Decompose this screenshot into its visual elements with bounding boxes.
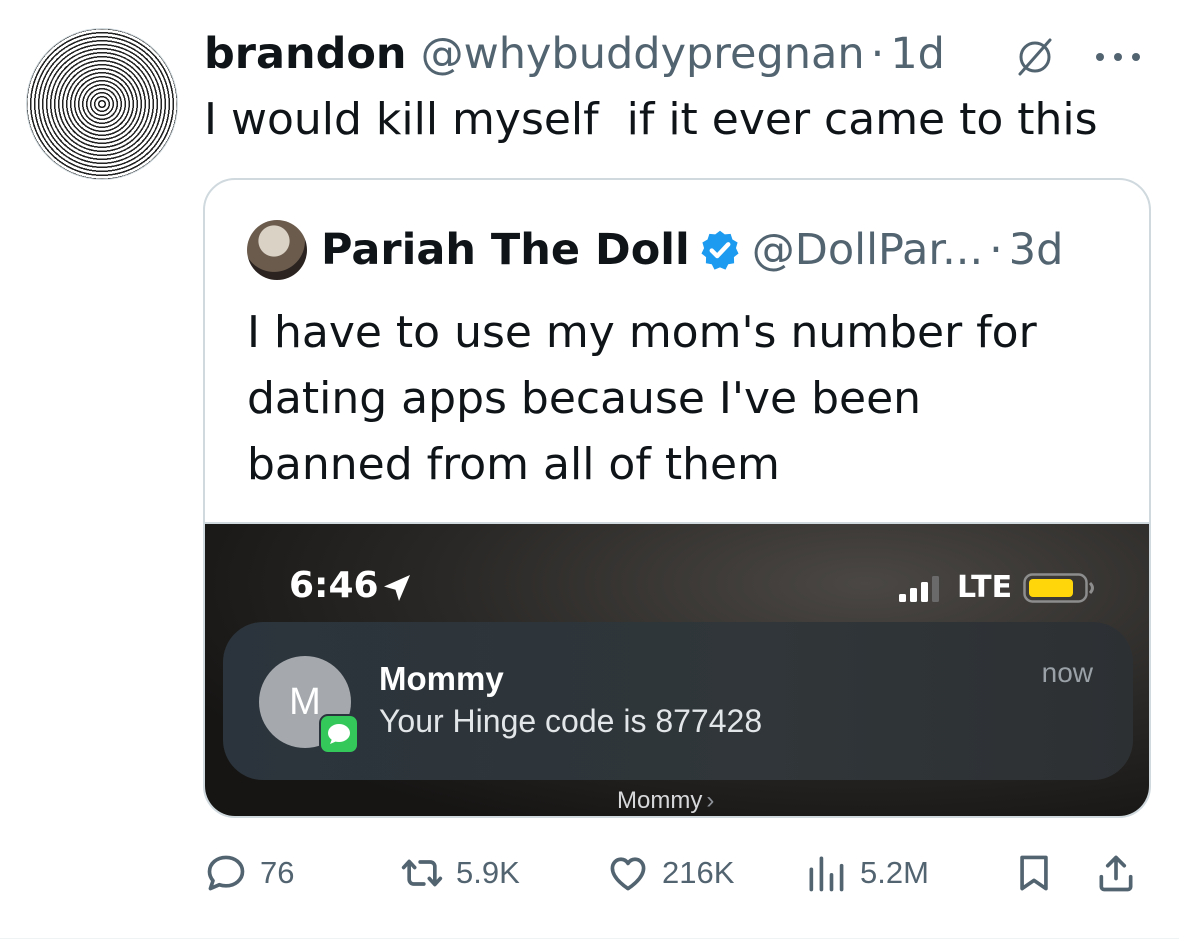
notification-sender: Mommy: [379, 660, 504, 697]
bar-chart-icon: [809, 856, 844, 892]
notification-body: Your Hinge code is 877428: [379, 703, 763, 739]
verified-badge-icon: [701, 230, 739, 270]
quoted-author-avatar[interactable]: [247, 220, 307, 280]
bookmark-icon: [1020, 855, 1048, 891]
views-button[interactable]: 5.2M: [804, 848, 929, 898]
cellular-signal-icon: [899, 576, 939, 602]
like-button[interactable]: 216K: [606, 848, 734, 898]
heart-icon: [610, 857, 646, 891]
attached-phone-screenshot[interactable]: 6:46 LTE M Mommy Your Hinge code is 8774…: [205, 522, 1149, 816]
quoted-text-line: dating apps because I've been: [247, 373, 922, 424]
header-separator: ·: [870, 29, 885, 79]
quoted-author-handle[interactable]: @DollPar...: [752, 222, 983, 278]
location-arrow-icon: [384, 575, 410, 601]
author-handle[interactable]: @whybuddypregnan: [421, 26, 865, 82]
reply-count: 76: [260, 855, 295, 890]
notification-time: now: [1041, 657, 1093, 688]
share-upload-icon: [1099, 855, 1133, 892]
messages-app-icon: [319, 714, 359, 754]
sms-notification[interactable]: M Mommy Your Hinge code is 877428 now: [223, 622, 1133, 780]
quoted-tweet-card[interactable]: Pariah The Doll @DollPar... · 3d I have …: [203, 178, 1151, 818]
tweet-header: brandon @whybuddypregnan · 1d: [204, 26, 945, 82]
network-type-label: LTE: [957, 570, 1013, 605]
tweet-text: I would kill myself if it ever came to t…: [204, 94, 1098, 145]
notification-stack-label[interactable]: Mommy ›: [617, 786, 714, 816]
quoted-author-name[interactable]: Pariah The Doll: [321, 222, 690, 278]
slashed-circle-icon[interactable]: [1012, 34, 1058, 80]
quoted-timestamp[interactable]: 3d: [1009, 222, 1064, 278]
view-count: 5.2M: [860, 855, 929, 890]
tweet-action-bar: 76 5.9K 216K 5.2M: [204, 848, 1154, 898]
status-bar-time: 6:46: [289, 565, 379, 606]
author-name[interactable]: brandon: [204, 26, 407, 82]
tweet-timestamp[interactable]: 1d: [890, 26, 945, 82]
repost-count: 5.9K: [456, 855, 520, 890]
reply-button[interactable]: 76: [204, 848, 294, 898]
quoted-text-line: I have to use my mom's number for: [247, 307, 1037, 358]
quoted-header-separator: ·: [989, 225, 1003, 275]
chevron-right-icon: ›: [706, 787, 715, 814]
quoted-text-line: banned from all of them: [247, 439, 780, 490]
author-avatar[interactable]: [26, 28, 178, 180]
bookmark-button[interactable]: [1012, 848, 1056, 898]
quoted-tweet-header: Pariah The Doll @DollPar... · 3d: [321, 222, 1063, 278]
repost-arrows-icon: [401, 859, 443, 887]
tweet-divider: [0, 938, 1179, 939]
repost-button[interactable]: 5.9K: [400, 848, 520, 898]
stack-label-text: Mommy: [617, 787, 703, 814]
quoted-tweet-text: I have to use my mom's number for dating…: [247, 300, 1107, 498]
like-count: 216K: [662, 855, 735, 890]
battery-icon: [1023, 573, 1094, 603]
more-dots-icon[interactable]: [1092, 50, 1144, 64]
share-button[interactable]: [1094, 848, 1138, 898]
reply-bubble-icon: [207, 855, 245, 891]
